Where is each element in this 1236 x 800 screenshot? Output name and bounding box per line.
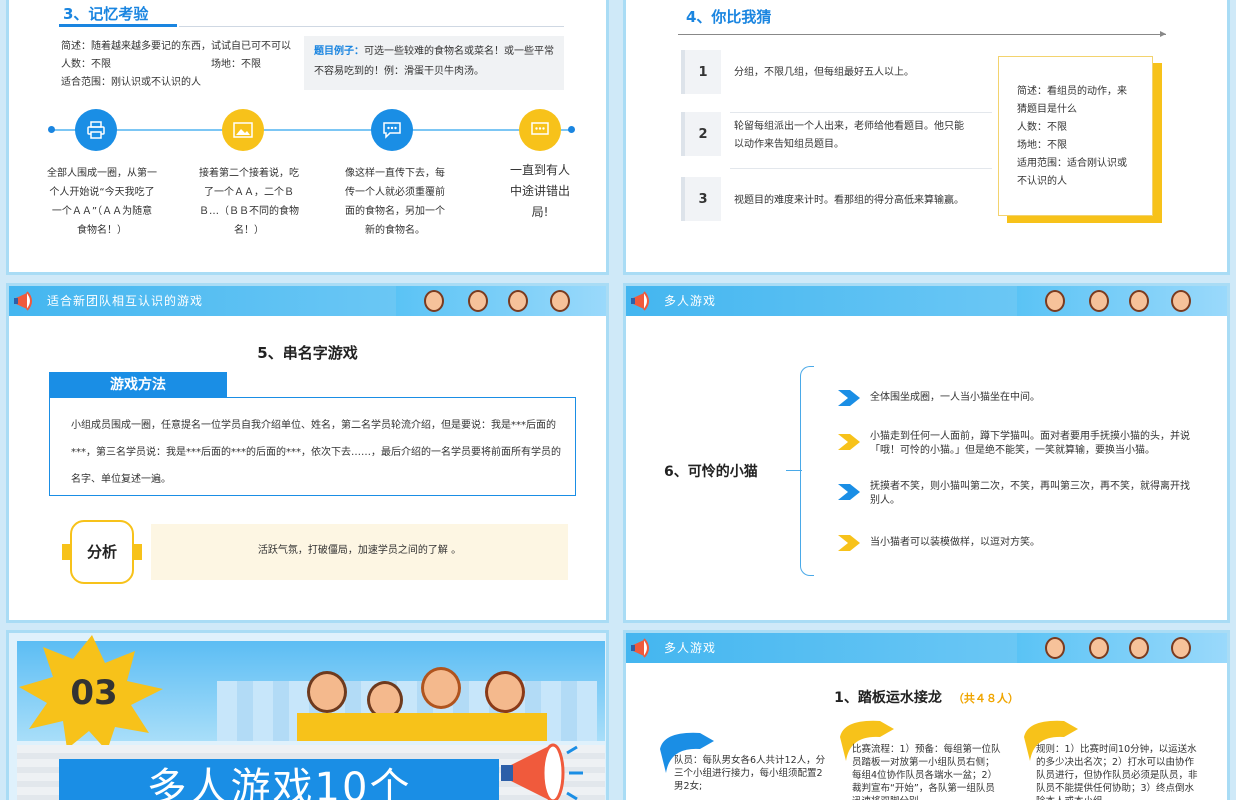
person-figure [485,671,525,713]
slide-subtitle: （共４８人） [952,692,1019,705]
chevron-right-icon [838,390,860,406]
card-desc: 简述：看组员的动作，来猜题目是什么 [1017,86,1127,115]
analysis-label: 分析 [70,520,134,584]
section-title: 多人游戏10个 [146,765,412,800]
person-figure [1089,637,1109,659]
slide-section-cover[interactable]: 03 多人游戏10个 [6,630,609,800]
card-venue: 场地：不限 [1017,140,1067,151]
section-number: 03 [70,673,118,713]
method-text: 小组成员围成一圈，任意提名一位学员自我介绍单位、姓名，第二名学员轮流介绍，但是要… [71,420,561,485]
slide-name-chain[interactable]: 适合新团队相互认识的游戏 5、串名字游戏 游戏方法 小组成员围成一圈，任意提名一… [6,283,609,623]
rules-column: 队员：每队男女各6人共计12人，分三个小组进行接力，每小组须配置2男2女; [674,755,826,792]
slide-memory-test[interactable]: 3、记忆考验 简述：随着越来越多要记的东西，试试自已可不可以 人数：不限 场地：… [6,0,609,275]
analysis-text: 活跃气氛，打破僵局，加速学员之间的了解 。 [257,545,462,556]
scope-text: 适合范围：刚认识或不认识的人 [61,77,201,88]
slide-charades[interactable]: 4、你比我猜 1 分组，不限几组，但每组最好五人以上。 2 轮留每组派出一个人出… [623,0,1230,275]
venue-text: 场地：不限 [211,59,261,70]
megaphone-icon [631,638,649,658]
list-item: 全体围坐成圈，一人当小猫坐在中间。 [870,392,1040,403]
person-figure [1045,637,1065,659]
divider [730,112,992,113]
person-figure [468,290,488,312]
slide-title: 4、你比我猜 [686,8,772,26]
chevron-right-icon [838,434,860,450]
people-illustration [396,286,606,316]
info-card: 简述：看组员的动作，来猜题目是什么 人数：不限 场地：不限 适用范围：适合刚认识… [998,56,1153,216]
desc-text: 简述：随着越来越多要记的东西，试试自已可不可以 [61,41,291,52]
person-figure [1129,290,1149,312]
title-underline [59,24,177,27]
header-banner: 适合新团队相互认识的游戏 [9,286,606,316]
rules-column: 比赛流程：1）预备：每组第一位队员踏板一对放第一小组队员右侧；每组4位协作队员各… [852,744,1001,800]
slide-title: 3、记忆考验 [63,5,149,23]
slide-title: 6、可怜的小猫 [664,464,758,480]
item-text: 视题目的难度来计时。看那组的得分高低来算输赢。 [734,195,964,206]
people-text: 人数：不限 [61,59,111,70]
list-item: 小猫走到任何一人面前，蹲下学猫叫。面对者要用手抚摸小猫的头，并说「哦！可怜的小猫… [870,431,1190,456]
chevron-right-icon [838,535,860,551]
arrow-head [1160,31,1166,37]
item-text: 分组，不限几组，但每组最好五人以上。 [734,67,914,78]
card-people: 人数：不限 [1017,122,1067,133]
banner-title: 多人游戏 [664,641,717,655]
people-illustration [1017,633,1227,663]
step-text: 全部人围成一圈，从第一个人开始说“今天我吃了一个ＡＡ”（ＡＡ为随意食物名！） [47,168,157,236]
brace [800,366,814,576]
step-text: 像这样一直传下去，每传一个人就必须重覆前面的食物名，另加一个新的食物名。 [345,168,445,236]
step-text: 接着第二个接着说，吃了一个ＡＡ，二个ＢＢ…（ＢＢ不同的食物名！） [199,168,299,236]
person-figure [1171,290,1191,312]
divider [179,26,564,27]
person-figure [424,290,444,312]
item-number: 3 [681,177,721,221]
divider-arrow [678,34,1166,35]
timeline-line [51,129,573,131]
header-banner: 多人游戏 [626,286,1227,316]
person-figure [1089,290,1109,312]
message-icon [519,109,561,151]
megaphone-icon [14,291,32,311]
people-illustration [1017,286,1227,316]
megaphone-icon [631,291,649,311]
person-figure [1129,637,1149,659]
analysis-badge: 分析 [62,520,142,584]
slide-relay-game[interactable]: 多人游戏 1、踏板运水接龙 （共４８人） 队员：每队男女各6人共计12人，分三个… [623,630,1230,800]
header-banner: 多人游戏 [626,633,1227,663]
person-figure [421,667,461,709]
card-scope: 适用范围：适合刚认识或不认识的人 [1017,158,1127,187]
person-figure [1045,290,1065,312]
item-text: 轮留每组派出一个人出来，老师给他看题目。他只能以动作来告知组员题目。 [734,121,964,150]
megaphone-icon [501,743,583,800]
banner-title: 适合新团队相互认识的游戏 [47,294,204,308]
list-item: 当小猫者可以装模做样，以逗对方笑。 [870,537,1040,548]
slide-title: 1、踏板运水接龙 [834,690,942,706]
method-label: 游戏方法 [49,372,227,398]
slide-title: 5、串名字游戏 [257,344,358,362]
divider [730,168,992,169]
slide-poor-kitten[interactable]: 多人游戏 6、可怜的小猫 全体围坐成圈，一人当小猫坐在中间。 小猫走到任何一人面… [623,283,1230,623]
person-figure [550,290,570,312]
banner-title: 多人游戏 [664,294,717,308]
timeline-dot [568,126,575,133]
person-figure [307,671,347,713]
chevron-right-icon [838,484,860,500]
image-icon [222,109,264,151]
example-label: 题目例子： [314,46,364,57]
person-figure [508,290,528,312]
timeline-dot [48,126,55,133]
chat-icon [371,109,413,151]
item-number: 1 [681,50,721,94]
item-number: 2 [681,112,721,156]
person-figure [1171,637,1191,659]
example-box: 题目例子：可选一些较难的食物名或菜名！或一些平常不容易吃到的！例：滑蛋干贝牛肉汤… [304,36,564,90]
rules-column: 规则：1）比赛时间10分钟，以运送水的多少决出名次；2）打水可以由协作队员进行，… [1036,744,1198,800]
list-item: 抚摸者不笑，则小猫叫第二次，不笑，再叫第三次，再不笑，就得离开找别人。 [870,481,1190,506]
title-row: 1、踏板运水接龙 （共４８人） [626,687,1227,707]
printer-icon [75,109,117,151]
step-text: 一直到有人中途讲错出局! [509,163,570,219]
